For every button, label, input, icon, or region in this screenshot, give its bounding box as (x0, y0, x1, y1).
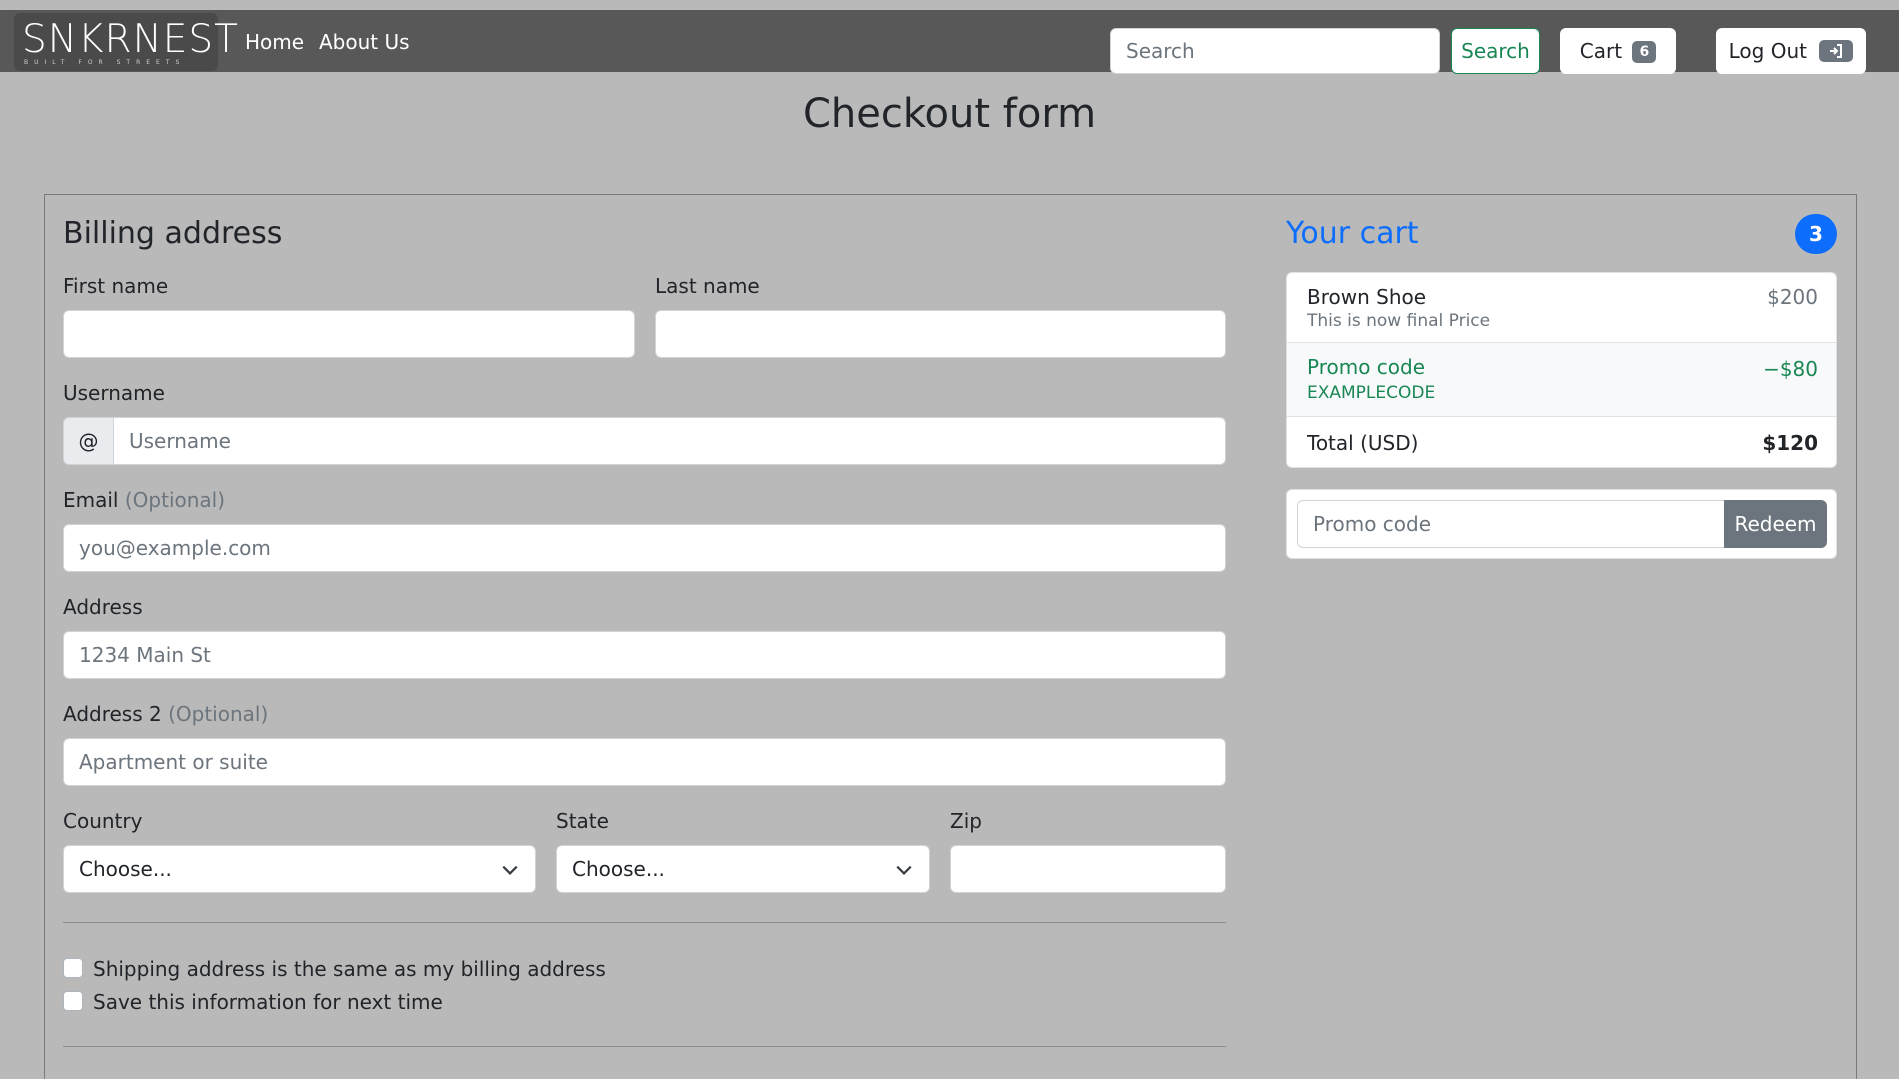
total-list-item: Total (USD) $120 (1287, 417, 1836, 467)
first-name-label: First name (63, 274, 169, 298)
address2-optional-text: (Optional) (168, 702, 269, 726)
cart-button[interactable]: Cart 6 (1560, 28, 1676, 74)
first-name-input[interactable] (63, 310, 635, 358)
promo-amount: −$80 (1763, 357, 1818, 381)
billing-heading: Billing address (63, 216, 283, 251)
cart-count-badge: 6 (1632, 41, 1657, 63)
country-select[interactable]: Choose... (63, 845, 536, 893)
save-info-label[interactable]: Save this information for next time (93, 990, 443, 1014)
top-strip (0, 0, 1899, 10)
promo-label: Promo code (1307, 355, 1426, 379)
logout-icon (1819, 40, 1854, 62)
promo-code-text: EXAMPLECODE (1307, 383, 1436, 403)
address2-label: Address 2 (Optional) (63, 702, 268, 726)
state-select[interactable]: Choose... (556, 845, 930, 893)
divider (63, 922, 1226, 923)
address-input[interactable]: 1234 Main St (63, 631, 1226, 679)
cart-title: Your cart (1286, 216, 1419, 251)
promo-code-input[interactable]: Promo code (1297, 500, 1725, 548)
divider (63, 1046, 1226, 1047)
nav-link-home[interactable]: Home (245, 30, 304, 54)
username-label: Username (63, 381, 165, 405)
search-button[interactable]: Search (1451, 28, 1540, 74)
item-name: Brown Shoe (1307, 285, 1427, 309)
state-select-value: Choose... (572, 857, 665, 881)
address-label: Address (63, 595, 143, 619)
cart-list: Brown Shoe This is now final Price $200 … (1286, 272, 1837, 468)
username-input[interactable]: Username (113, 417, 1226, 465)
cart-button-label: Cart (1579, 39, 1623, 63)
last-name-label: Last name (655, 274, 760, 298)
chevron-down-icon (896, 865, 912, 875)
state-label: State (556, 809, 609, 833)
save-info-checkbox[interactable] (63, 991, 83, 1011)
logout-button[interactable]: Log Out (1716, 28, 1866, 74)
item-description: This is now final Price (1307, 311, 1491, 331)
total-label: Total (USD) (1307, 431, 1419, 455)
address2-label-text: Address 2 (63, 702, 162, 726)
brand-name: SNKRNEST (22, 17, 239, 62)
promo-list-item: Promo code EXAMPLECODE −$80 (1287, 343, 1836, 417)
list-item: Brown Shoe This is now final Price $200 (1287, 273, 1836, 343)
brand-tagline: BUILT FOR STREETS (24, 59, 186, 66)
address2-input[interactable]: Apartment or suite (63, 738, 1226, 786)
email-optional-text: (Optional) (124, 488, 226, 512)
last-name-input[interactable] (655, 310, 1226, 358)
cart-count-badge: 3 (1795, 214, 1837, 254)
promo-form: Promo code Redeem (1286, 489, 1837, 559)
username-prefix: @ (63, 417, 114, 465)
item-price: $200 (1767, 285, 1818, 309)
zip-input[interactable] (950, 845, 1226, 893)
logout-button-label: Log Out (1728, 39, 1807, 63)
email-label: Email (Optional) (63, 488, 225, 512)
email-input[interactable]: you@example.com (63, 524, 1226, 572)
page-title: Checkout form (802, 91, 1097, 137)
zip-label: Zip (950, 809, 982, 833)
country-label: Country (63, 809, 143, 833)
same-address-checkbox[interactable] (63, 958, 83, 978)
same-address-label[interactable]: Shipping address is the same as my billi… (93, 957, 606, 981)
chevron-down-icon (502, 865, 518, 875)
total-value: $120 (1762, 431, 1818, 455)
search-input[interactable] (1110, 28, 1440, 74)
nav-link-about[interactable]: About Us (319, 30, 410, 54)
brand-logo[interactable]: SNKRNEST BUILT FOR STREETS (14, 13, 238, 71)
country-select-value: Choose... (79, 857, 172, 881)
redeem-button[interactable]: Redeem (1724, 500, 1827, 548)
navbar: SNKRNEST BUILT FOR STREETS Home About Us… (0, 10, 1899, 74)
email-label-text: Email (63, 488, 119, 512)
